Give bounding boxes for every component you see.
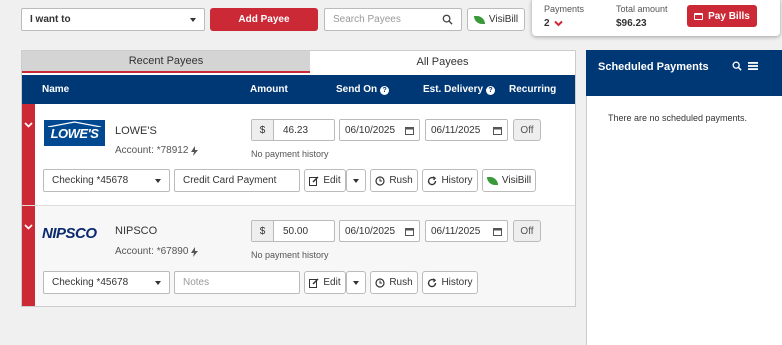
chevron-down-icon	[24, 122, 33, 128]
funding-account-select[interactable]: Checking *45678	[43, 169, 170, 192]
scheduled-payments-header: Scheduled Payments	[586, 50, 782, 96]
chevron-down-icon	[553, 20, 563, 27]
send-on-date-input[interactable]: 06/10/2025	[339, 220, 420, 242]
question-icon[interactable]: ?	[380, 86, 390, 95]
memo-placeholder: Notes	[183, 277, 210, 288]
chevron-down-icon	[155, 280, 161, 285]
recurring-toggle[interactable]: Off	[513, 119, 541, 141]
payments-label: Payments	[544, 4, 585, 14]
lowes-logo: LOWE'S	[44, 120, 105, 146]
amount-input[interactable]: $ 50.00	[251, 220, 335, 242]
rush-button[interactable]: Rush	[370, 169, 418, 192]
amount-input[interactable]: $ 46.23	[251, 119, 335, 141]
card-icon	[694, 12, 704, 20]
rush-button[interactable]: Rush	[370, 271, 418, 294]
nipsco-logo: NIPSCO	[42, 225, 97, 242]
column-send-on: Send On?	[336, 84, 390, 95]
memo-input[interactable]: Notes	[174, 271, 300, 294]
question-icon[interactable]: ?	[486, 86, 496, 95]
want-to-label: I want to	[30, 14, 71, 25]
column-recurring: Recurring	[509, 84, 557, 95]
total-amount-label: Total amount	[616, 4, 668, 14]
add-payee-button[interactable]: Add Payee	[210, 8, 318, 31]
chevron-down-icon	[24, 224, 33, 230]
visibill-button[interactable]: VisiBill	[467, 8, 525, 31]
funding-account-select[interactable]: Checking *45678	[43, 271, 170, 294]
edit-button[interactable]: Edit	[304, 271, 346, 294]
lightning-icon	[191, 145, 199, 156]
refresh-icon	[428, 175, 437, 185]
want-to-select[interactable]: I want to	[21, 8, 205, 31]
amount-value: 46.23	[283, 124, 309, 136]
tab-recent-payees[interactable]: Recent Payees	[22, 51, 310, 73]
amount-value: 50.00	[283, 225, 309, 237]
menu-icon[interactable]	[748, 61, 758, 71]
edit-button[interactable]: Edit	[304, 169, 346, 192]
edit-icon	[309, 175, 319, 186]
calendar-icon	[405, 227, 414, 236]
clock-icon	[375, 277, 385, 288]
payee-name: NIPSCO	[115, 225, 158, 237]
delivery-date-input[interactable]: 06/11/2025	[425, 220, 508, 242]
history-button[interactable]: History	[422, 169, 478, 192]
leaf-icon	[473, 15, 485, 24]
visibill-button[interactable]: VisiBill	[482, 169, 536, 192]
total-amount-value: $96.23	[616, 18, 647, 29]
scheduled-payments-title: Scheduled Payments	[598, 61, 709, 73]
leaf-icon	[486, 176, 498, 185]
payees-table-header: Name Amount Send On? Est. Delivery? Recu…	[22, 75, 575, 104]
payments-count-toggle[interactable]: 2	[544, 18, 563, 29]
payee-name: LOWE'S	[115, 125, 157, 137]
chevron-down-icon	[155, 178, 161, 183]
currency-symbol: $	[252, 120, 274, 140]
edit-dropdown-button[interactable]	[346, 169, 366, 192]
payment-history-note: No payment history	[251, 149, 329, 159]
payments-count: 2	[544, 18, 550, 29]
column-est-delivery: Est. Delivery?	[423, 84, 496, 95]
payee-account: Account: *67890	[115, 246, 199, 257]
column-amount: Amount	[250, 84, 288, 95]
no-scheduled-payments-message: There are no scheduled payments.	[607, 113, 748, 123]
payee-row-expand[interactable]	[22, 206, 35, 306]
delivery-date-input[interactable]: 06/11/2025	[425, 119, 508, 141]
tab-all-payees[interactable]: All Payees	[310, 51, 575, 73]
payment-summary-card: Payments 2 Total amount $96.23 Pay Bills	[532, 0, 780, 36]
send-on-date-input[interactable]: 06/10/2025	[339, 119, 420, 141]
pay-bills-button[interactable]: Pay Bills	[687, 5, 757, 27]
edit-icon	[309, 277, 319, 288]
history-button[interactable]: History	[422, 271, 478, 294]
calendar-icon	[493, 227, 502, 236]
edit-dropdown-button[interactable]	[346, 271, 366, 294]
chevron-down-icon	[353, 178, 359, 183]
clock-icon	[375, 175, 385, 186]
search-placeholder: Search Payees	[333, 14, 401, 25]
currency-symbol: $	[252, 221, 274, 241]
chevron-down-icon	[353, 280, 359, 285]
refresh-icon	[428, 277, 437, 287]
payee-row-expand[interactable]	[22, 104, 35, 205]
payee-account: Account: *78912	[115, 145, 199, 156]
column-name: Name	[42, 84, 70, 95]
search-payees-input[interactable]: Search Payees	[324, 8, 462, 31]
calendar-icon	[493, 126, 502, 135]
search-icon	[442, 14, 453, 25]
payment-history-note: No payment history	[251, 250, 329, 260]
search-icon[interactable]	[732, 61, 742, 71]
chevron-down-icon	[190, 17, 196, 22]
calendar-icon	[405, 126, 414, 135]
recurring-toggle[interactable]: Off	[513, 220, 541, 242]
memo-input[interactable]: Credit Card Payment	[174, 169, 300, 192]
lightning-icon	[191, 246, 199, 257]
